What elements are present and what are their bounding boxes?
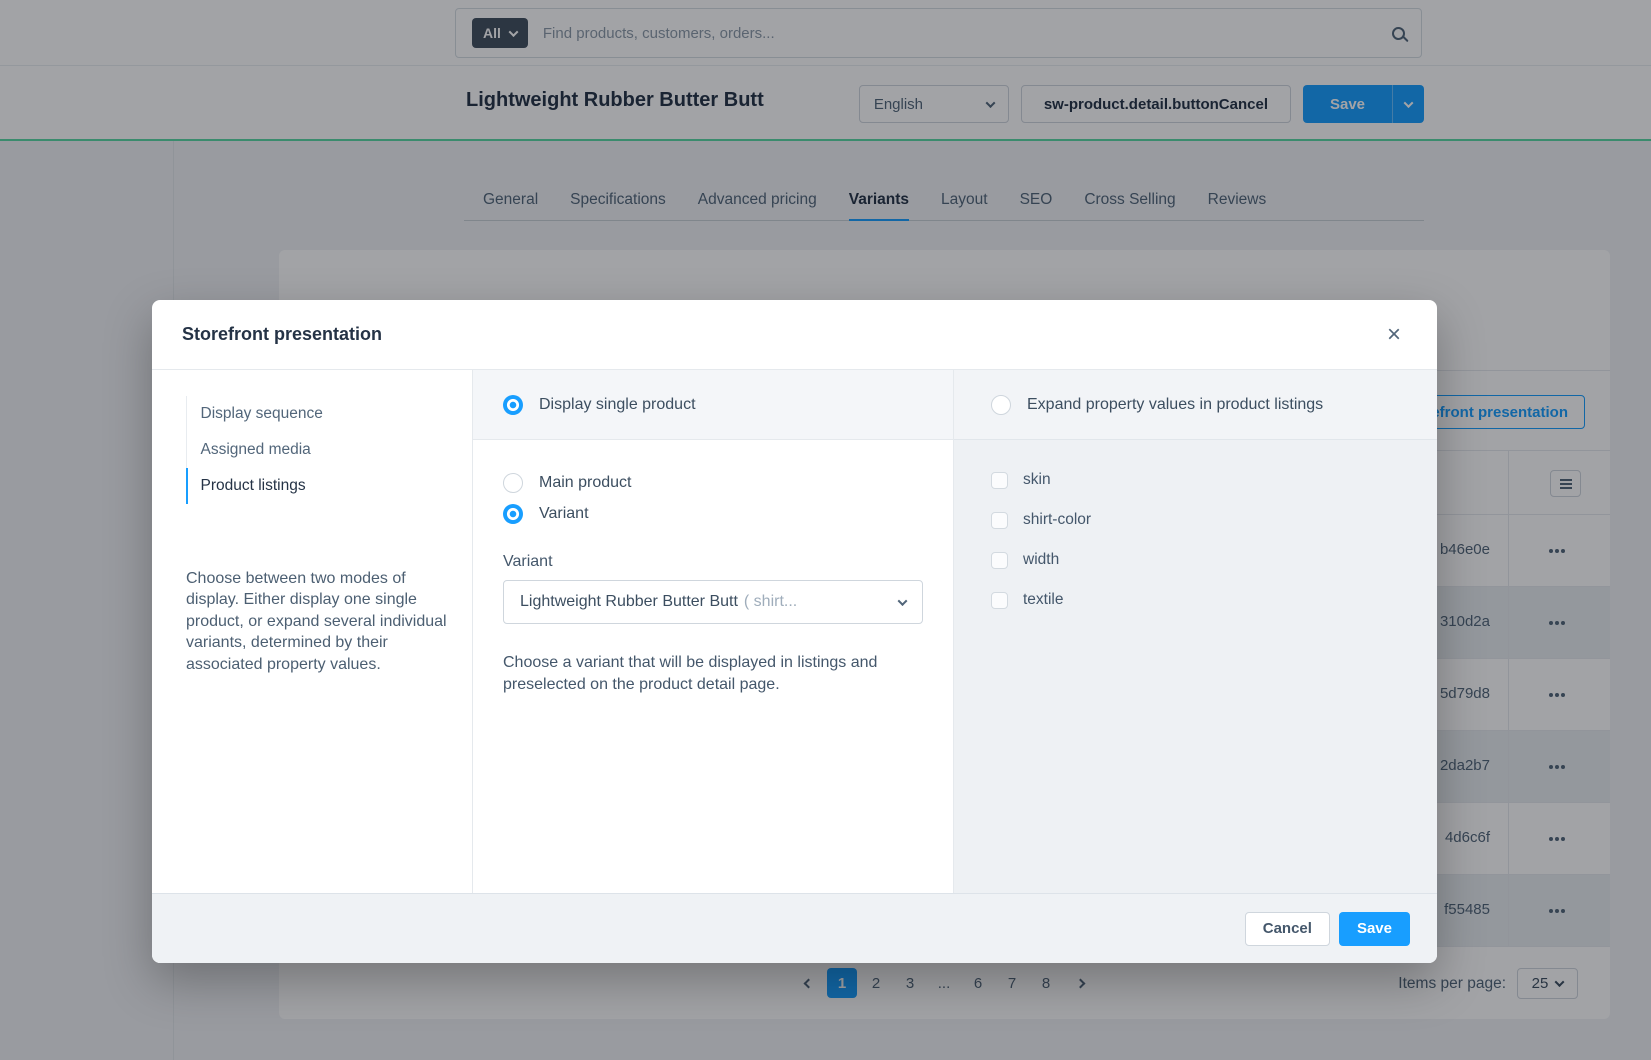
property-item-width: width (991, 551, 1401, 569)
checkbox-shirt-color[interactable] (991, 512, 1008, 529)
sidebar-item-assigned-media[interactable]: Assigned media (186, 432, 473, 468)
display-single-product-option: Display single product (473, 370, 953, 440)
modal-save-button[interactable]: Save (1339, 912, 1410, 946)
modal-cancel-button[interactable]: Cancel (1245, 912, 1330, 946)
expand-property-values-option: Expand property values in product listin… (954, 370, 1437, 440)
radio-label: Display single product (539, 396, 696, 414)
modal-header: Storefront presentation × (152, 300, 1437, 370)
variant-select[interactable]: Lightweight Rubber Butter Butt ( shirt..… (503, 580, 923, 624)
checkbox-width[interactable] (991, 552, 1008, 569)
variant-select-suffix: ( shirt... (744, 593, 797, 611)
close-icon[interactable]: × (1381, 321, 1407, 349)
radio-label: Main product (539, 474, 632, 492)
checkbox-skin[interactable] (991, 472, 1008, 489)
radio-expand-property-values[interactable] (991, 395, 1011, 415)
checkbox-textile[interactable] (991, 592, 1008, 609)
modal-footer: Cancel Save (152, 893, 1437, 963)
variant-field-label: Variant (503, 553, 923, 571)
property-item-skin: skin (991, 471, 1401, 489)
radio-label: Variant (539, 505, 589, 523)
mode-description: Choose between two modes of display. Eit… (186, 568, 450, 675)
checkbox-label: textile (1023, 591, 1064, 609)
checkbox-label: width (1023, 551, 1059, 569)
chevron-down-icon (898, 596, 908, 606)
variant-helper-text: Choose a variant that will be displayed … (503, 652, 929, 697)
expand-properties-column: Expand property values in product listin… (954, 370, 1437, 893)
variant-option: Variant (503, 501, 923, 527)
radio-main-product[interactable] (503, 473, 523, 493)
property-item-textile: textile (991, 591, 1401, 609)
variant-select-value: Lightweight Rubber Butter Butt (520, 593, 738, 611)
sidebar-item-product-listings[interactable]: Product listings (186, 468, 473, 504)
modal-body: Display sequence Assigned media Product … (152, 370, 1437, 893)
modal-sidebar: Display sequence Assigned media Product … (152, 370, 472, 893)
storefront-presentation-modal: Storefront presentation × Display sequen… (152, 300, 1437, 963)
sidebar-item-display-sequence[interactable]: Display sequence (186, 396, 473, 432)
modal-title: Storefront presentation (182, 324, 382, 345)
main-product-option: Main product (503, 470, 923, 496)
checkbox-label: skin (1023, 471, 1051, 489)
radio-display-single-product[interactable] (503, 395, 523, 415)
single-product-column: Display single product Main product Vari… (472, 370, 954, 893)
radio-variant[interactable] (503, 504, 523, 524)
property-item-shirt-color: shirt-color (991, 511, 1401, 529)
property-list: skin shirt-color width textile (954, 440, 1437, 609)
radio-label: Expand property values in product listin… (1027, 396, 1323, 414)
checkbox-label: shirt-color (1023, 511, 1091, 529)
